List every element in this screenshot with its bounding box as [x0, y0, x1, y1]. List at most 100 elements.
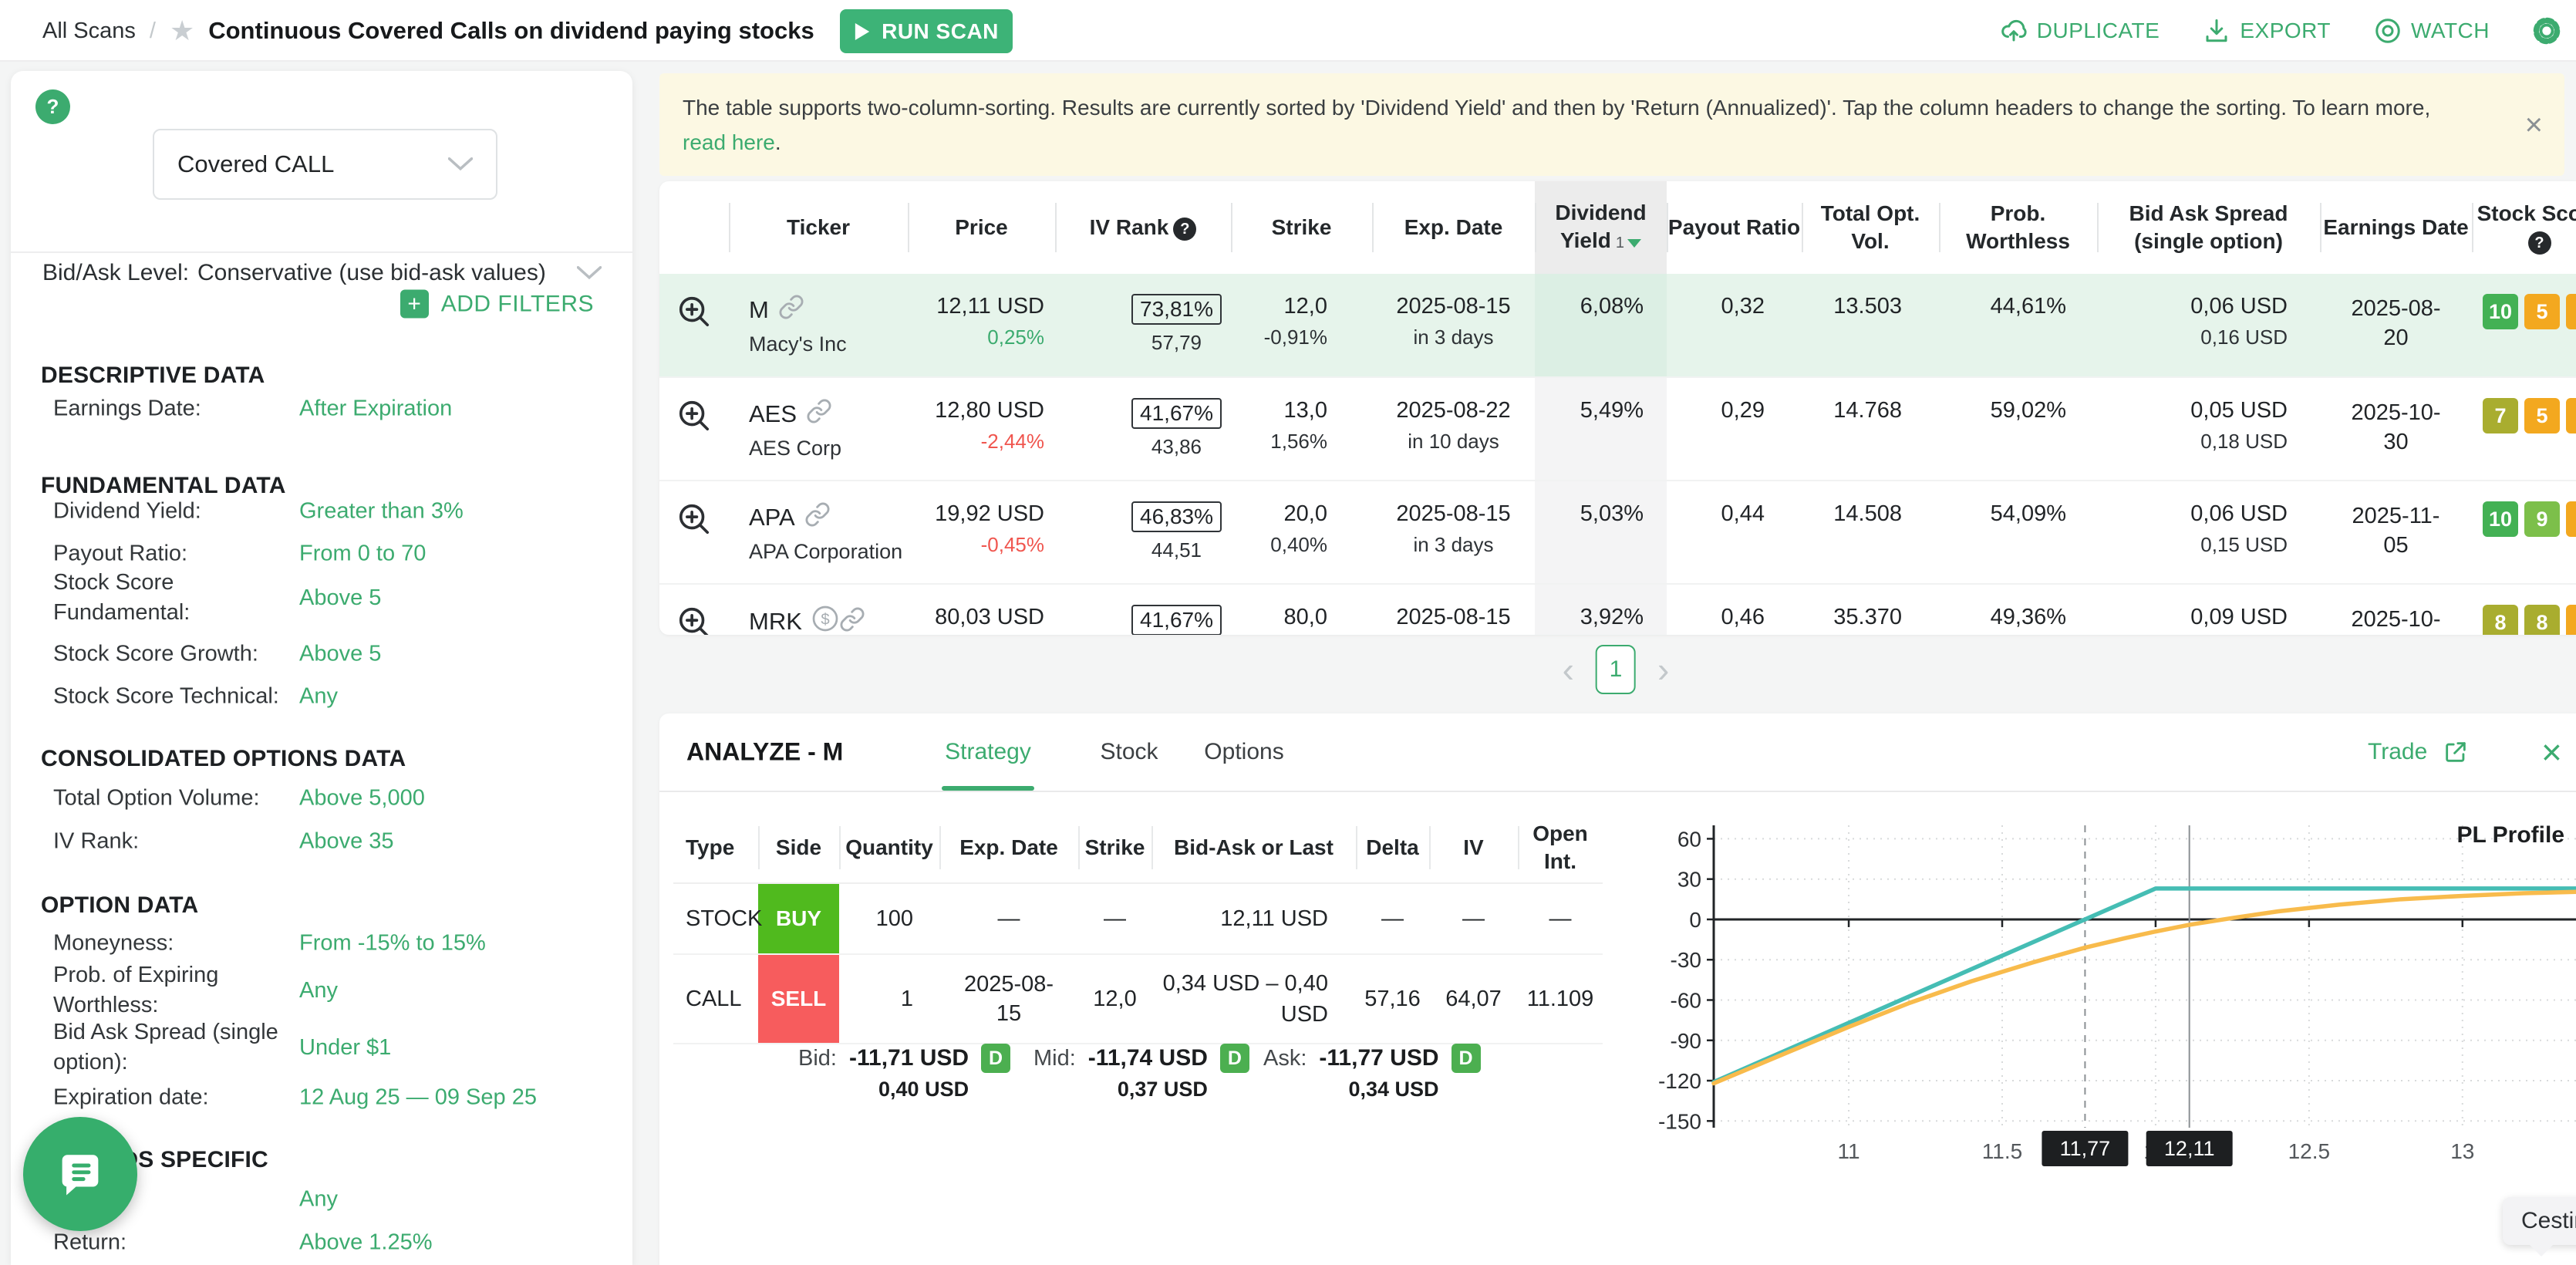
col-iv-rank[interactable]: IV Rank?	[1055, 181, 1231, 274]
ticker-symbol[interactable]: MRK	[749, 608, 802, 635]
duplicate-button[interactable]: DUPLICATE	[2000, 17, 2160, 45]
prev-page-icon[interactable]: ‹	[1563, 652, 1574, 687]
col-payout-ratio[interactable]: Payout Ratio	[1667, 181, 1802, 274]
leg-row-stock[interactable]: STOCK BUY 100 — — 12,11 USD — — —	[673, 883, 1603, 954]
chevron-down-icon	[577, 266, 602, 280]
company-name: Macy's Inc	[729, 332, 908, 356]
gear-icon	[2533, 17, 2561, 45]
link-icon	[778, 294, 804, 320]
leg-quantity[interactable]: 100	[839, 883, 939, 954]
tab-stock[interactable]: Stock	[1100, 739, 1158, 765]
tab-options[interactable]: Options	[1204, 739, 1283, 765]
legs-col-bid-ask: Bid-Ask or Last	[1151, 812, 1356, 883]
legs-col-iv: IV	[1429, 812, 1518, 883]
bidask-level-select[interactable]: Bid/Ask Level: Conservative (use bid-ask…	[42, 260, 602, 286]
filter-stock-score-technical[interactable]: Stock Score Technical: Any	[53, 682, 594, 712]
table-row[interactable]: APA APA Corporation 19,92 USD -0,45% 46,…	[659, 481, 2576, 584]
svg-text:0: 0	[1689, 908, 1701, 932]
exp-relative: in 3 days	[1372, 326, 1535, 349]
filter-stock-score-growth[interactable]: Stock Score Growth: Above 5	[53, 639, 594, 670]
price: 12,80 USD	[908, 398, 1044, 423]
filter-bid-ask-spread[interactable]: Bid Ask Spread (single option): Under $1	[53, 1017, 594, 1078]
ticker-symbol[interactable]: AES	[749, 400, 797, 428]
col-earnings-date[interactable]: Earnings Date	[2320, 181, 2472, 274]
col-dividend-yield-sorted[interactable]: Dividend Yield1	[1535, 181, 1667, 274]
filter-stock-score-fundamental[interactable]: Stock Score Fundamental: Above 5	[53, 568, 594, 628]
col-price[interactable]: Price	[908, 181, 1055, 274]
delayed-badge: D	[981, 1044, 1010, 1073]
dollar-icon: $	[811, 605, 839, 632]
total-opt-vol: 13.503	[1802, 294, 1902, 319]
side-buy-chip[interactable]: BUY	[758, 884, 839, 953]
banner-close-icon[interactable]: ×	[2525, 110, 2543, 140]
company-name: APA Corporation	[729, 540, 908, 564]
leg-exp-date: 2025-08-15	[959, 970, 1059, 1028]
zoom-plus-icon[interactable]	[676, 294, 712, 329]
leg-quantity[interactable]: 1	[839, 954, 939, 1044]
filter-moneyness[interactable]: Moneyness: From -15% to 15%	[53, 929, 594, 959]
watch-button[interactable]: WATCH	[2374, 17, 2490, 45]
stock-score-badge: 5	[2566, 398, 2576, 433]
iv-value: 43,86	[1055, 435, 1222, 459]
svg-text:13: 13	[2450, 1139, 2474, 1163]
zoom-plus-icon[interactable]	[676, 605, 712, 635]
page-number[interactable]: 1	[1596, 645, 1636, 694]
export-button[interactable]: EXPORT	[2203, 17, 2331, 45]
next-page-icon[interactable]: ›	[1657, 652, 1669, 687]
help-icon[interactable]: ?	[2528, 231, 2551, 255]
table-row[interactable]: M Macy's Inc 12,11 USD 0,25% 73,81% 57,7…	[659, 274, 2576, 377]
ticker-symbol[interactable]: M	[749, 296, 769, 324]
zoom-plus-icon[interactable]	[676, 398, 712, 433]
external-link-icon	[2443, 739, 2469, 765]
filter-dividend-yield[interactable]: Dividend Yield: Greater than 3%	[53, 497, 594, 527]
favorite-star-icon[interactable]: ★	[170, 17, 194, 45]
col-bid-ask-spread[interactable]: Bid Ask Spread (single option)	[2097, 181, 2320, 274]
analyze-close-icon[interactable]: ×	[2541, 734, 2562, 770]
filter-prob-expiring-worthless[interactable]: Prob. of Expiring Worthless: Any	[53, 960, 594, 1020]
strategy-legs-table: Type Side Quantity Exp. Date Strike Bid-…	[673, 812, 1603, 1044]
col-total-opt-vol[interactable]: Total Opt. Vol.	[1802, 181, 1939, 274]
run-scan-button[interactable]: RUN SCAN	[840, 9, 1013, 53]
leg-delta: 57,16	[1356, 954, 1429, 1044]
strategy-select[interactable]: Covered CALL	[153, 129, 497, 200]
breadcrumb-all-scans[interactable]: All Scans	[42, 19, 136, 44]
col-stock-score[interactable]: Stock Score?	[2472, 181, 2576, 274]
table-row[interactable]: AES AES Corp 12,80 USD -2,44% 41,67% 43,…	[659, 377, 2576, 481]
add-filters-button[interactable]: + ADD FILTERS	[400, 290, 594, 319]
col-exp-date[interactable]: Exp. Date	[1372, 181, 1535, 274]
filter-expiration-date[interactable]: Expiration date: 12 Aug 25 — 09 Sep 25	[53, 1083, 594, 1113]
filter-total-option-volume[interactable]: Total Option Volume: Above 5,000	[53, 784, 594, 814]
svg-text:-90: -90	[1671, 1029, 1701, 1053]
col-strike[interactable]: Strike	[1231, 181, 1372, 274]
chat-fab-button[interactable]	[23, 1117, 137, 1231]
strategy-select-value: Covered CALL	[177, 150, 334, 178]
filter-earnings-date[interactable]: Earnings Date: After Expiration	[53, 394, 594, 424]
side-sell-chip[interactable]: SELL	[758, 955, 839, 1043]
exp-date: 2025-08-15	[1372, 501, 1535, 527]
help-icon[interactable]: ?	[35, 89, 70, 124]
table-row[interactable]: MRK $ 80,03 USD 41,67% 80,0 2025-08-15 3…	[659, 584, 2576, 635]
tab-strategy[interactable]: Strategy	[945, 739, 1031, 765]
col-prob-worthless[interactable]: Prob. Worthless	[1939, 181, 2097, 274]
settings-button[interactable]	[2533, 17, 2561, 45]
strike: 20,0	[1231, 501, 1327, 527]
filter-iv-rank[interactable]: IV Rank: Above 35	[53, 827, 594, 857]
section-consolidated-options-data: CONSOLIDATED OPTIONS DATA	[41, 746, 406, 772]
col-ticker[interactable]: Ticker	[729, 181, 908, 274]
ticker-symbol[interactable]: APA	[749, 504, 795, 531]
help-icon[interactable]: ?	[1173, 218, 1196, 241]
pagination: ‹ 1 ›	[1563, 645, 1670, 694]
legs-col-exp-date: Exp. Date	[939, 812, 1078, 883]
analyze-panel: ANALYZE - M Strategy Stock Options Trade…	[659, 713, 2576, 1265]
play-icon	[854, 22, 871, 42]
zoom-plus-icon[interactable]	[676, 501, 712, 537]
leg-row-call[interactable]: CALL SELL 1 2025-08-15 12,0 0,34 USD – 0…	[673, 954, 1603, 1044]
filter-payout-ratio[interactable]: Payout Ratio: From 0 to 70	[53, 539, 594, 569]
trade-link[interactable]: Trade	[2368, 739, 2469, 765]
strike-moneyness: 0,40%	[1231, 533, 1327, 557]
read-here-link[interactable]: read here	[683, 130, 775, 154]
earnings-date: 2025-10-	[2347, 605, 2446, 634]
price-change: 0,25%	[908, 326, 1044, 349]
filter-return[interactable]: Return: Above 1.25%	[53, 1228, 594, 1258]
breadcrumb-separator: /	[150, 19, 156, 44]
